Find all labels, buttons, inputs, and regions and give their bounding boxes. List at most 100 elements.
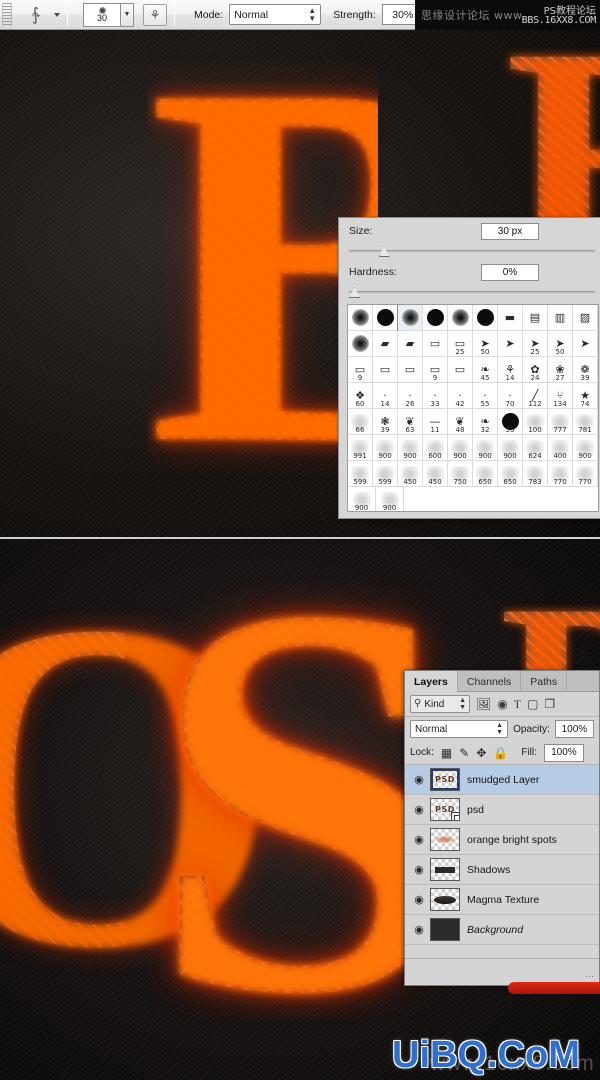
lock-image-icon[interactable]: ✎: [459, 747, 469, 759]
layer-name[interactable]: psd: [467, 804, 484, 816]
brush-preset-cell[interactable]: 770: [548, 461, 573, 487]
brush-preset-cell[interactable]: ▨: [573, 305, 598, 331]
brush-preset-cell[interactable]: ❃ 39: [373, 409, 398, 435]
brush-preset-cell[interactable]: 900: [498, 435, 523, 461]
layer-name[interactable]: Background: [467, 924, 523, 936]
brush-preset-cell[interactable]: [348, 305, 373, 331]
brush-preset-cell[interactable]: ✿ 24: [523, 357, 548, 383]
brush-preset-cell[interactable]: 777: [548, 409, 573, 435]
brush-preset-cell[interactable]: · 70: [498, 383, 523, 409]
brush-preset-cell[interactable]: 900: [348, 487, 376, 511]
brush-preset-cell[interactable]: 991: [348, 435, 373, 461]
brush-preset-cell[interactable]: · 33: [423, 383, 448, 409]
layer-thumbnail[interactable]: [430, 888, 460, 911]
brush-preset-cell[interactable]: ▭: [448, 357, 473, 383]
brush-preset-cell[interactable]: ▭ 25: [448, 331, 473, 357]
brush-preset-cell[interactable]: 624: [523, 435, 548, 461]
brush-preset-cell[interactable]: 450: [423, 461, 448, 487]
brush-preset-cell[interactable]: [473, 305, 498, 331]
type-filter-icon[interactable]: T: [514, 698, 521, 710]
tool-preset-chevron-down-icon[interactable]: [54, 12, 60, 17]
layer-row[interactable]: ◉ PSD smudged Layer: [405, 765, 599, 795]
eye-visibility-icon[interactable]: ◉: [408, 833, 430, 846]
brush-preset-cell[interactable]: ▭ 9: [348, 357, 373, 383]
eye-visibility-icon[interactable]: ◉: [408, 923, 430, 936]
layer-row[interactable]: ◉ orange bright spots: [405, 825, 599, 855]
brush-preset-cell[interactable]: ➤ 50: [473, 331, 498, 357]
eye-visibility-icon[interactable]: ◉: [408, 773, 430, 786]
brush-preset-cell[interactable]: · 26: [398, 383, 423, 409]
brush-preset-cell[interactable]: 400: [548, 435, 573, 461]
brush-preset-cell[interactable]: 100: [523, 409, 548, 435]
smartobject-filter-icon[interactable]: ❐: [544, 698, 555, 710]
layer-row[interactable]: ◉ Background: [405, 915, 599, 945]
brush-preset-cell[interactable]: 599: [348, 461, 373, 487]
brush-preset-cell[interactable]: ❧ 32: [473, 409, 498, 435]
brush-preset-cell[interactable]: · 14: [373, 383, 398, 409]
brush-preset-cell[interactable]: ➤ 50: [548, 331, 573, 357]
brush-preset-cell[interactable]: ▭: [398, 357, 423, 383]
brush-preset-cell[interactable]: 650: [473, 461, 498, 487]
brush-preset-cell[interactable]: 900: [473, 435, 498, 461]
brush-preset-cell[interactable]: 750: [448, 461, 473, 487]
eye-visibility-icon[interactable]: ◉: [408, 803, 430, 816]
brush-preset-cell[interactable]: ❦ 63: [398, 409, 423, 435]
smudge-tool-icon[interactable]: ∱: [20, 3, 50, 27]
brush-preset-cell[interactable]: [397, 305, 424, 332]
adjustment-filter-icon[interactable]: ◉: [497, 698, 507, 710]
brush-preset-cell[interactable]: · 55: [473, 383, 498, 409]
layer-thumbnail[interactable]: [430, 828, 460, 851]
brush-preset-cell[interactable]: ➤: [498, 331, 523, 357]
brush-preset-cell[interactable]: 66: [348, 409, 373, 435]
layer-name[interactable]: smudged Layer: [467, 774, 539, 786]
brush-preset-cell[interactable]: [348, 331, 373, 357]
eye-visibility-icon[interactable]: ◉: [408, 893, 430, 906]
eye-visibility-icon[interactable]: ◉: [408, 863, 430, 876]
layer-thumbnail[interactable]: [430, 918, 460, 941]
layer-blend-mode-select[interactable]: Normal ▲ ▼: [410, 720, 509, 738]
brush-preset-cell[interactable]: ▭: [373, 357, 398, 383]
brush-preset-cell[interactable]: [423, 305, 448, 331]
brush-preset-cell[interactable]: [448, 305, 473, 331]
brush-preset-cell[interactable]: ❧ 45: [473, 357, 498, 383]
brush-preset-picker[interactable]: 30: [83, 2, 121, 27]
layer-thumbnail[interactable]: [430, 858, 460, 881]
brush-preset-grid[interactable]: ▬ ▤ ▥ ▨ ▰ ▰ ▭ ▭ 25 ➤ 50 ➤ ➤ 25 ➤ 50 ➤ ▭ 9 ▭ ▭ ▭ 9 ▭ ❧ 45 ⚘ 14 ✿ 24 ❀ 27…: [347, 304, 599, 512]
panel-tab-layers[interactable]: Layers: [405, 671, 458, 692]
brush-hardness-field[interactable]: 0%: [481, 263, 539, 281]
brush-size-slider[interactable]: [349, 245, 595, 259]
brush-preset-cell[interactable]: [373, 305, 398, 331]
brush-preset-cell[interactable]: 770: [573, 461, 598, 487]
opacity-value[interactable]: 100%: [554, 720, 594, 738]
brush-preset-cell[interactable]: 783: [523, 461, 548, 487]
shape-filter-icon[interactable]: ▢: [527, 698, 538, 710]
brush-preset-cell[interactable]: —11: [423, 409, 448, 435]
brush-preset-cell[interactable]: ❀ 27: [548, 357, 573, 383]
brush-preset-cell[interactable]: ╱ 112: [523, 383, 548, 409]
brush-preset-cell[interactable]: 781: [573, 409, 598, 435]
brush-preset-cell[interactable]: 650: [498, 461, 523, 487]
panel-tab-channels[interactable]: Channels: [458, 671, 522, 692]
brush-hardness-slider[interactable]: [349, 286, 595, 300]
brush-preset-cell[interactable]: ➤: [573, 331, 598, 357]
image-filter-icon[interactable]: 🖼: [476, 698, 491, 710]
brush-preset-cell[interactable]: ⑂ 134: [548, 383, 573, 409]
airbrush-toggle-button[interactable]: ⚘: [143, 3, 167, 26]
brush-size-field[interactable]: 30 px: [481, 222, 539, 240]
layer-name[interactable]: Shadows: [467, 864, 510, 876]
brush-preset-cell[interactable]: 600: [423, 435, 448, 461]
brush-preset-cell[interactable]: ▰: [398, 331, 423, 357]
options-bar-grip[interactable]: [2, 2, 12, 27]
brush-preset-cell[interactable]: ❁ 39: [573, 357, 598, 383]
brush-preset-cell[interactable]: ▬: [498, 305, 523, 331]
brush-preset-cell[interactable]: 599: [373, 461, 398, 487]
lock-position-icon[interactable]: ✥: [476, 747, 486, 759]
brush-preset-cell[interactable]: ➤ 25: [523, 331, 548, 357]
brush-preset-cell[interactable]: ★ 74: [573, 383, 598, 409]
brush-preset-cell[interactable]: 55: [498, 409, 523, 435]
layer-thumbnail[interactable]: PSD: [430, 798, 460, 821]
brush-preset-cell[interactable]: ▰: [373, 331, 398, 357]
brush-preset-chevron-down-icon[interactable]: ▼: [121, 2, 134, 27]
brush-preset-cell[interactable]: 900: [373, 435, 398, 461]
lock-transparent-icon[interactable]: ▦: [441, 747, 452, 759]
